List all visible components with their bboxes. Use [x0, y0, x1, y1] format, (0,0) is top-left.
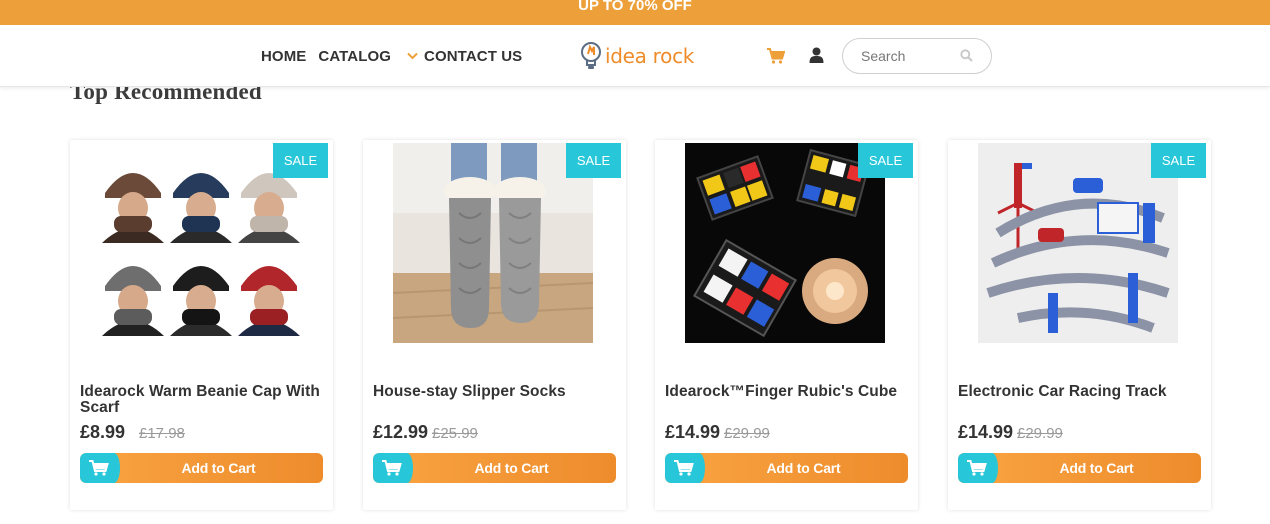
product-old-price: £29.99: [1017, 425, 1063, 442]
product-title[interactable]: Idearock™Finger Rubic's Cube: [665, 384, 910, 400]
product-title[interactable]: Idearock Warm Beanie Cap With Scarf: [80, 384, 325, 416]
main-nav: HOME CATALOG CONTACT US: [261, 25, 522, 87]
product-card[interactable]: SALE Idearock™Finger Rubic's Cube £14.99…: [655, 140, 918, 510]
chevron-down-icon: [407, 52, 418, 60]
sale-badge: SALE: [1151, 143, 1206, 178]
sale-badge: SALE: [858, 143, 913, 178]
product-image-beanie[interactable]: [100, 143, 300, 343]
product-price: £12.99: [373, 422, 429, 442]
cart-icon[interactable]: [767, 48, 785, 64]
add-to-cart-label: Add to Cart: [1059, 460, 1134, 476]
promo-text: UP TO 70% OFF: [578, 0, 692, 14]
add-to-cart-button[interactable]: Add to Cart: [665, 453, 908, 483]
search-icon[interactable]: [960, 49, 973, 62]
product-image-socks[interactable]: [393, 143, 593, 343]
add-to-cart-button[interactable]: Add to Cart: [80, 453, 323, 483]
product-price: £8.99: [80, 422, 126, 442]
add-to-cart-label: Add to Cart: [474, 460, 549, 476]
search-input[interactable]: [861, 48, 961, 64]
sale-badge: SALE: [566, 143, 621, 178]
product-price: £14.99: [665, 422, 721, 442]
product-title[interactable]: House-stay Slipper Socks: [373, 384, 618, 400]
logo-text: idea rock: [605, 44, 695, 68]
product-old-price: £17.98: [139, 425, 185, 442]
nav-home[interactable]: HOME: [261, 48, 306, 65]
sale-badge: SALE: [273, 143, 328, 178]
add-to-cart-button[interactable]: Add to Cart: [373, 453, 616, 483]
site-logo[interactable]: idea rock: [580, 41, 694, 71]
product-old-price: £25.99: [432, 425, 478, 442]
nav-catalog-label: CATALOG: [318, 47, 392, 65]
product-title[interactable]: Electronic Car Racing Track: [958, 384, 1203, 400]
add-to-cart-label: Add to Cart: [181, 460, 256, 476]
add-to-cart-button[interactable]: Add to Cart: [958, 453, 1201, 483]
cart-icon: [967, 460, 987, 476]
product-card[interactable]: SALE Electronic Car Racing Track £14.99 …: [948, 140, 1211, 510]
product-price: £14.99: [958, 422, 1014, 442]
lightbulb-icon: [581, 42, 601, 69]
promo-banner[interactable]: UP TO 70% OFF: [0, 0, 1270, 25]
product-image-race-track[interactable]: [978, 143, 1178, 343]
cart-icon: [89, 460, 109, 476]
site-header: HOME CATALOG CONTACT US idea rock: [0, 25, 1270, 87]
product-old-price: £29.99: [724, 425, 770, 442]
cart-icon: [382, 460, 402, 476]
nav-catalog[interactable]: CATALOG: [318, 48, 424, 65]
product-card[interactable]: SALE Idearock Warm Beanie Cap With Scarf…: [70, 140, 333, 510]
user-icon[interactable]: [809, 47, 824, 63]
nav-contact[interactable]: CONTACT US: [424, 48, 522, 65]
product-card[interactable]: SALE House-stay Slipper Socks £12.99 £25…: [363, 140, 626, 510]
product-image-cube[interactable]: [685, 143, 885, 343]
cart-icon: [674, 460, 694, 476]
search-box: [842, 38, 992, 74]
add-to-cart-label: Add to Cart: [766, 460, 841, 476]
